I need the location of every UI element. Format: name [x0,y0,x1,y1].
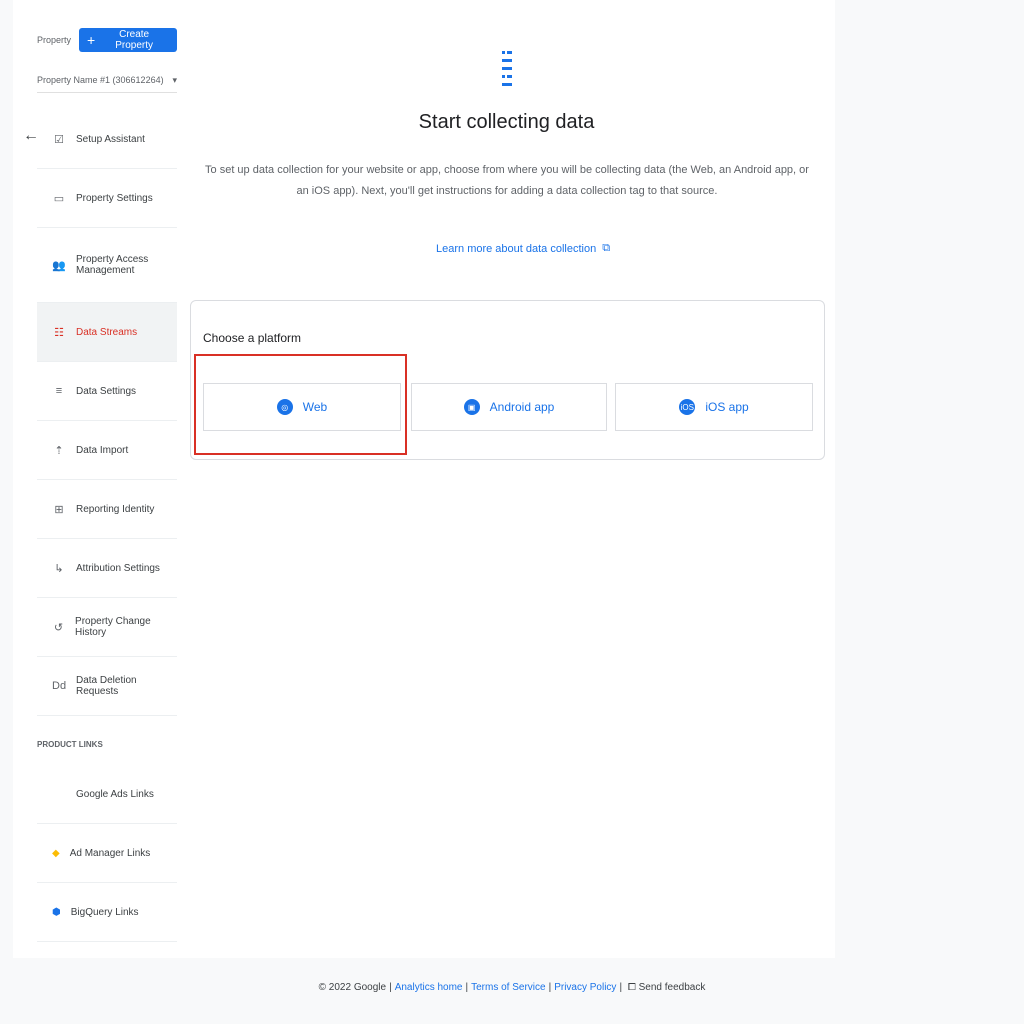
sidebar-item-label: Data Settings [76,385,137,397]
document-icon: ▭ [53,192,65,205]
sidebar-item-label: Setup Assistant [76,133,145,145]
sidebar-item-label: Google Ads Links [76,788,154,800]
platform-panel: Choose a platform ◎ Web ▣ Android app iO… [190,300,825,460]
create-property-button[interactable]: + Create Property [79,28,177,52]
identity-icon: ⊞ [54,503,64,516]
external-link-icon: ⧉ [602,242,611,254]
ad-manager-icon: ◆ [52,847,60,859]
data-streams-hero-icon [502,51,512,86]
platform-title: Choose a platform [203,331,302,345]
sidebar-item-label: BigQuery Links [70,906,139,918]
sidebar-item-label: Ad Manager Links [69,847,151,859]
sidebar-item-label: Property Access Management [76,254,149,276]
sidebar-item-data-import[interactable]: ⇡ Data Import [37,421,177,480]
learn-more-label: Learn more about data collection [436,242,597,255]
web-platform-button[interactable]: ◎ Web [203,383,401,431]
page-title: Start collecting data [418,111,595,133]
ios-platform-button[interactable]: iOS iOS app [615,383,813,431]
people-icon: 👥 [52,259,66,272]
dropdown-arrow-icon: ▾ [172,74,177,85]
product-links-heading: PRODUCT LINKS [37,740,103,749]
sidebar-item-data-settings[interactable]: ≡ Data Settings [37,362,177,421]
property-select[interactable]: Property Name #1 (306612264) ▾ [37,68,177,93]
plus-icon: + [87,32,96,48]
copyright-text: © 2022 Google [318,982,387,993]
analytics-home-link[interactable]: Analytics home [395,982,463,993]
sidebar-item-label: Data Streams [76,326,138,338]
ios-icon: iOS [679,399,696,415]
sidebar-item-label: Property Settings [76,192,153,204]
feedback-icon: ⧠ [627,982,636,993]
sidebar: Property + Create Property Property Name… [23,0,177,958]
bigquery-icon: ⬢ [52,906,61,918]
sidebar-item-google-ads-links[interactable]: Google Ads Links [37,765,177,824]
sidebar-item-property-access-management[interactable]: 👥 Property Access Management [37,228,177,303]
sidebar-item-property-change-history[interactable]: ↺ Property Change History [37,598,177,657]
sidebar-item-bigquery-links[interactable]: ⬢ BigQuery Links [37,883,177,942]
android-label: Android app [489,400,555,414]
privacy-link[interactable]: Privacy Policy [554,982,616,993]
property-select-value: Property Name #1 (306612264) [37,75,164,85]
sidebar-item-property-settings[interactable]: ▭ Property Settings [37,169,177,228]
sidebar-item-attribution-settings[interactable]: ↳ Attribution Settings [37,539,177,598]
upload-icon: ⇡ [54,444,64,457]
sidebar-item-label: Data Import [76,444,129,456]
sidebar-item-label: Data Deletion Requests [76,675,137,697]
streams-icon: ☷ [54,326,64,339]
footer: © 2022 Google | Analytics home | Terms of Se… [318,982,706,993]
property-label: Property [37,35,72,45]
create-property-label: Create Property [115,29,153,51]
terms-link[interactable]: Terms of Service [471,982,545,993]
learn-more-link[interactable]: Learn more about data collection ⧉ [436,242,610,255]
sidebar-item-data-deletion-requests[interactable]: Dd Data Deletion Requests [37,657,177,716]
sidebar-item-label: Reporting Identity [76,503,155,515]
sidebar-nav: ☑ Setup Assistant ▭ Property Settings 👥 … [37,110,177,942]
android-icon: ▣ [463,399,480,415]
sidebar-item-label: Property Change History [75,616,151,638]
attribution-icon: ↳ [54,562,64,575]
send-feedback-link[interactable]: Send feedback [639,982,706,993]
property-header: Property + Create Property [37,28,177,52]
sidebar-item-ad-manager-links[interactable]: ◆ Ad Manager Links [37,824,177,883]
ios-label: iOS app [705,400,749,414]
sidebar-item-reporting-identity[interactable]: ⊞ Reporting Identity [37,480,177,539]
sidebar-item-data-streams[interactable]: ☷ Data Streams [37,303,177,362]
history-icon: ↺ [53,621,64,634]
android-platform-button[interactable]: ▣ Android app [411,383,607,431]
globe-icon: ◎ [276,399,293,415]
page-description: To set up data collection for your websi… [205,164,809,197]
web-label: Web [302,400,328,414]
database-icon: ≡ [55,385,63,397]
sidebar-item-label: Attribution Settings [76,562,160,574]
checkbox-icon: ☑ [54,133,64,146]
dd-icon: Dd [52,680,67,692]
